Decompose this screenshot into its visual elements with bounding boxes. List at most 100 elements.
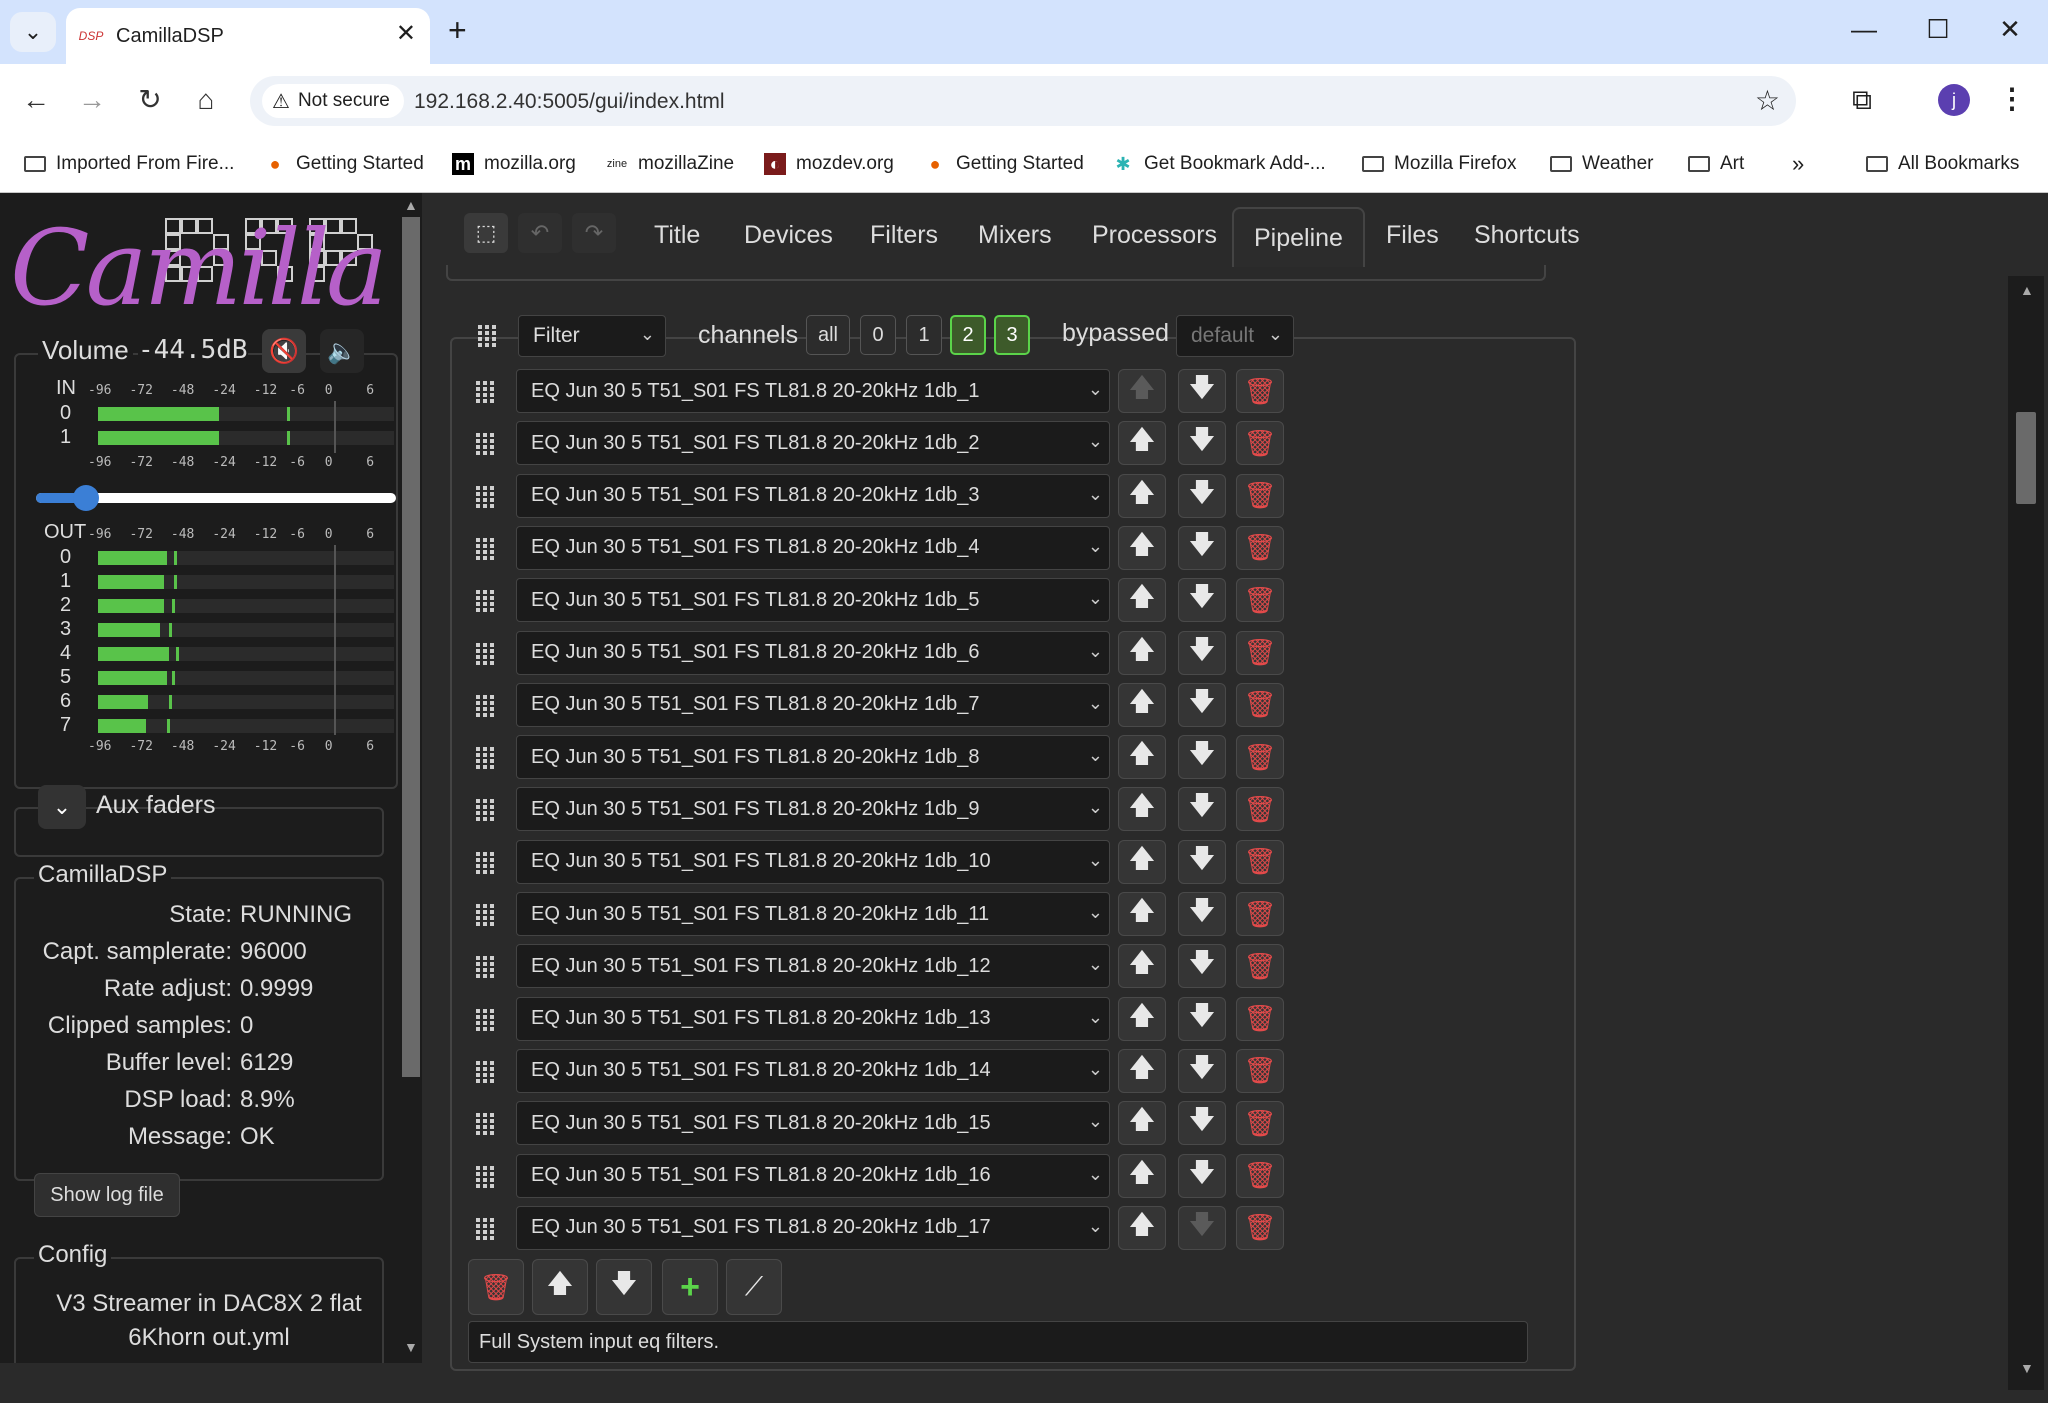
move-filter-up-button[interactable]: 🡅 bbox=[1118, 421, 1166, 466]
move-filter-down-button[interactable]: 🡇 bbox=[1178, 1048, 1226, 1093]
drag-handle-icon[interactable] bbox=[476, 904, 498, 926]
filter-select[interactable]: EQ Jun 30 5 T51_S01 FS TL81.8 20-20kHz 1… bbox=[516, 682, 1110, 727]
back-button[interactable]: ← bbox=[16, 82, 56, 118]
channel-button-3[interactable]: 3 bbox=[994, 315, 1030, 355]
filter-select[interactable]: EQ Jun 30 5 T51_S01 FS TL81.8 20-20kHz 1… bbox=[516, 787, 1110, 832]
filter-select[interactable]: EQ Jun 30 5 T51_S01 FS TL81.8 20-20kHz 1… bbox=[516, 1101, 1110, 1146]
minimize-button[interactable]: — bbox=[1844, 14, 1884, 44]
delete-filter-button[interactable]: 🗑 bbox=[1236, 839, 1284, 884]
tab-filters[interactable]: Filters bbox=[870, 221, 938, 250]
channel-button-2[interactable]: 2 bbox=[950, 315, 986, 355]
tab-pipeline[interactable]: Pipeline bbox=[1232, 207, 1365, 267]
plot-step-button[interactable]: ⟋ bbox=[726, 1259, 782, 1315]
move-step-up-button[interactable]: 🡅 bbox=[532, 1259, 588, 1315]
delete-filter-button[interactable]: 🗑 bbox=[1236, 735, 1284, 780]
new-tab-button[interactable]: + bbox=[448, 14, 467, 46]
filter-select[interactable]: EQ Jun 30 5 T51_S01 FS TL81.8 20-20kHz 1… bbox=[516, 1048, 1110, 1093]
move-filter-up-button[interactable]: 🡅 bbox=[1118, 787, 1166, 832]
move-filter-up-button[interactable]: 🡅 bbox=[1118, 735, 1166, 780]
move-filter-down-button[interactable]: 🡇 bbox=[1178, 578, 1226, 623]
forward-button[interactable]: → bbox=[72, 82, 112, 118]
select-mode-button[interactable]: ⬚ bbox=[464, 213, 508, 253]
move-filter-down-button[interactable]: 🡇 bbox=[1178, 839, 1226, 884]
move-filter-down-button[interactable]: 🡇 bbox=[1178, 369, 1226, 413]
filter-select[interactable]: EQ Jun 30 5 T51_S01 FS TL81.8 20-20kHz 1… bbox=[516, 996, 1110, 1041]
delete-filter-button[interactable]: 🗑 bbox=[1236, 630, 1284, 675]
drag-handle-icon[interactable] bbox=[476, 747, 498, 770]
scrollbar-thumb[interactable] bbox=[2016, 412, 2036, 504]
scrollbar-thumb[interactable] bbox=[402, 217, 420, 1077]
move-filter-up-button[interactable]: 🡅 bbox=[1118, 996, 1166, 1041]
drag-handle-icon[interactable] bbox=[476, 433, 498, 456]
close-icon[interactable]: ✕ bbox=[396, 22, 416, 46]
menu-icon[interactable]: ⋮ bbox=[1998, 82, 2026, 115]
delete-filter-button[interactable]: 🗑 bbox=[1236, 892, 1284, 936]
move-filter-up-button[interactable]: 🡅 bbox=[1118, 369, 1166, 413]
channel-button-all[interactable]: all bbox=[806, 315, 850, 355]
move-filter-down-button[interactable]: 🡇 bbox=[1178, 421, 1226, 466]
delete-filter-button[interactable]: 🗑 bbox=[1236, 473, 1284, 518]
bookmark-item[interactable]: Mozilla Firefox bbox=[1362, 146, 1516, 182]
delete-filter-button[interactable]: 🗑 bbox=[1236, 1048, 1284, 1093]
move-filter-down-button[interactable]: 🡇 bbox=[1178, 525, 1226, 570]
drag-handle-icon[interactable] bbox=[476, 642, 498, 665]
move-filter-down-button[interactable]: 🡇 bbox=[1178, 787, 1226, 832]
drag-handle-icon[interactable] bbox=[476, 799, 498, 822]
filter-select[interactable]: EQ Jun 30 5 T51_S01 FS TL81.8 20-20kHz 1… bbox=[516, 892, 1110, 936]
move-filter-up-button[interactable]: 🡅 bbox=[1118, 892, 1166, 936]
move-filter-up-button[interactable]: 🡅 bbox=[1118, 944, 1166, 989]
bookmark-item[interactable]: ● Getting Started bbox=[264, 146, 424, 182]
filter-select[interactable]: EQ Jun 30 5 T51_S01 FS TL81.8 20-20kHz 1… bbox=[516, 1153, 1110, 1198]
filter-select[interactable]: EQ Jun 30 5 T51_S01 FS TL81.8 20-20kHz 1… bbox=[516, 525, 1110, 570]
bookmark-item[interactable]: Imported From Fire... bbox=[24, 146, 234, 182]
tab-files[interactable]: Files bbox=[1386, 221, 1439, 250]
move-filter-down-button[interactable]: 🡇 bbox=[1178, 735, 1226, 780]
tab-processors[interactable]: Processors bbox=[1092, 221, 1217, 250]
delete-filter-button[interactable]: 🗑 bbox=[1236, 944, 1284, 989]
maximize-button[interactable]: ☐ bbox=[1918, 14, 1958, 44]
all-bookmarks-button[interactable]: All Bookmarks bbox=[1866, 146, 2019, 182]
move-filter-up-button[interactable]: 🡅 bbox=[1118, 630, 1166, 675]
bookmark-item[interactable]: m mozilla.org bbox=[452, 146, 576, 182]
move-filter-up-button[interactable]: 🡅 bbox=[1118, 473, 1166, 518]
delete-filter-button[interactable]: 🗑 bbox=[1236, 525, 1284, 570]
move-filter-up-button[interactable]: 🡅 bbox=[1118, 1153, 1166, 1198]
window-close-button[interactable]: ✕ bbox=[1990, 14, 2030, 44]
filter-select[interactable]: EQ Jun 30 5 T51_S01 FS TL81.8 20-20kHz 1… bbox=[516, 578, 1110, 623]
move-filter-down-button[interactable]: 🡇 bbox=[1178, 892, 1226, 936]
extensions-icon[interactable]: ⧉ bbox=[1852, 84, 1872, 117]
drag-handle-icon[interactable] bbox=[476, 1008, 498, 1031]
move-filter-down-button[interactable]: 🡇 bbox=[1178, 996, 1226, 1041]
undo-button[interactable]: ↶ bbox=[518, 213, 562, 253]
bookmark-star-icon[interactable]: ☆ bbox=[1755, 84, 1780, 117]
browser-tab[interactable]: DSP CamillaDSP ✕ bbox=[66, 8, 430, 64]
aux-faders-toggle[interactable]: ⌄ bbox=[38, 785, 86, 829]
move-filter-down-button[interactable]: 🡇 bbox=[1178, 682, 1226, 727]
move-filter-down-button[interactable]: 🡇 bbox=[1178, 1205, 1226, 1250]
move-filter-up-button[interactable]: 🡅 bbox=[1118, 1205, 1166, 1250]
move-filter-up-button[interactable]: 🡅 bbox=[1118, 682, 1166, 727]
tab-devices[interactable]: Devices bbox=[744, 221, 833, 250]
scroll-down-icon[interactable]: ▼ bbox=[2020, 1360, 2034, 1376]
move-filter-down-button[interactable]: 🡇 bbox=[1178, 473, 1226, 518]
redo-button[interactable]: ↷ bbox=[572, 213, 616, 253]
drag-handle-icon[interactable] bbox=[476, 381, 498, 403]
filter-select[interactable]: EQ Jun 30 5 T51_S01 FS TL81.8 20-20kHz 1… bbox=[516, 839, 1110, 884]
drag-handle-icon[interactable] bbox=[476, 956, 498, 979]
drag-handle-icon[interactable] bbox=[476, 590, 498, 613]
show-log-button[interactable]: Show log file bbox=[34, 1173, 180, 1217]
url-text[interactable]: 192.168.2.40:5005/gui/index.html bbox=[414, 90, 725, 114]
filter-select[interactable]: EQ Jun 30 5 T51_S01 FS TL81.8 20-20kHz 1… bbox=[516, 944, 1110, 989]
move-filter-up-button[interactable]: 🡅 bbox=[1118, 1101, 1166, 1146]
tab-shortcuts[interactable]: Shortcuts bbox=[1474, 221, 1580, 250]
delete-filter-button[interactable]: 🗑 bbox=[1236, 996, 1284, 1041]
filter-select[interactable]: EQ Jun 30 5 T51_S01 FS TL81.8 20-20kHz 1… bbox=[516, 473, 1110, 518]
reload-button[interactable]: ↻ bbox=[130, 82, 170, 118]
bookmarks-overflow-button[interactable]: » bbox=[1792, 146, 1804, 182]
tab-mixers[interactable]: Mixers bbox=[978, 221, 1052, 250]
step-description[interactable]: Full System input eq filters. bbox=[468, 1321, 1528, 1363]
filter-select[interactable]: EQ Jun 30 5 T51_S01 FS TL81.8 20-20kHz 1… bbox=[516, 369, 1110, 413]
bookmark-item[interactable]: ◐ mozdev.org bbox=[764, 146, 894, 182]
move-filter-down-button[interactable]: 🡇 bbox=[1178, 944, 1226, 989]
move-filter-down-button[interactable]: 🡇 bbox=[1178, 1101, 1226, 1146]
